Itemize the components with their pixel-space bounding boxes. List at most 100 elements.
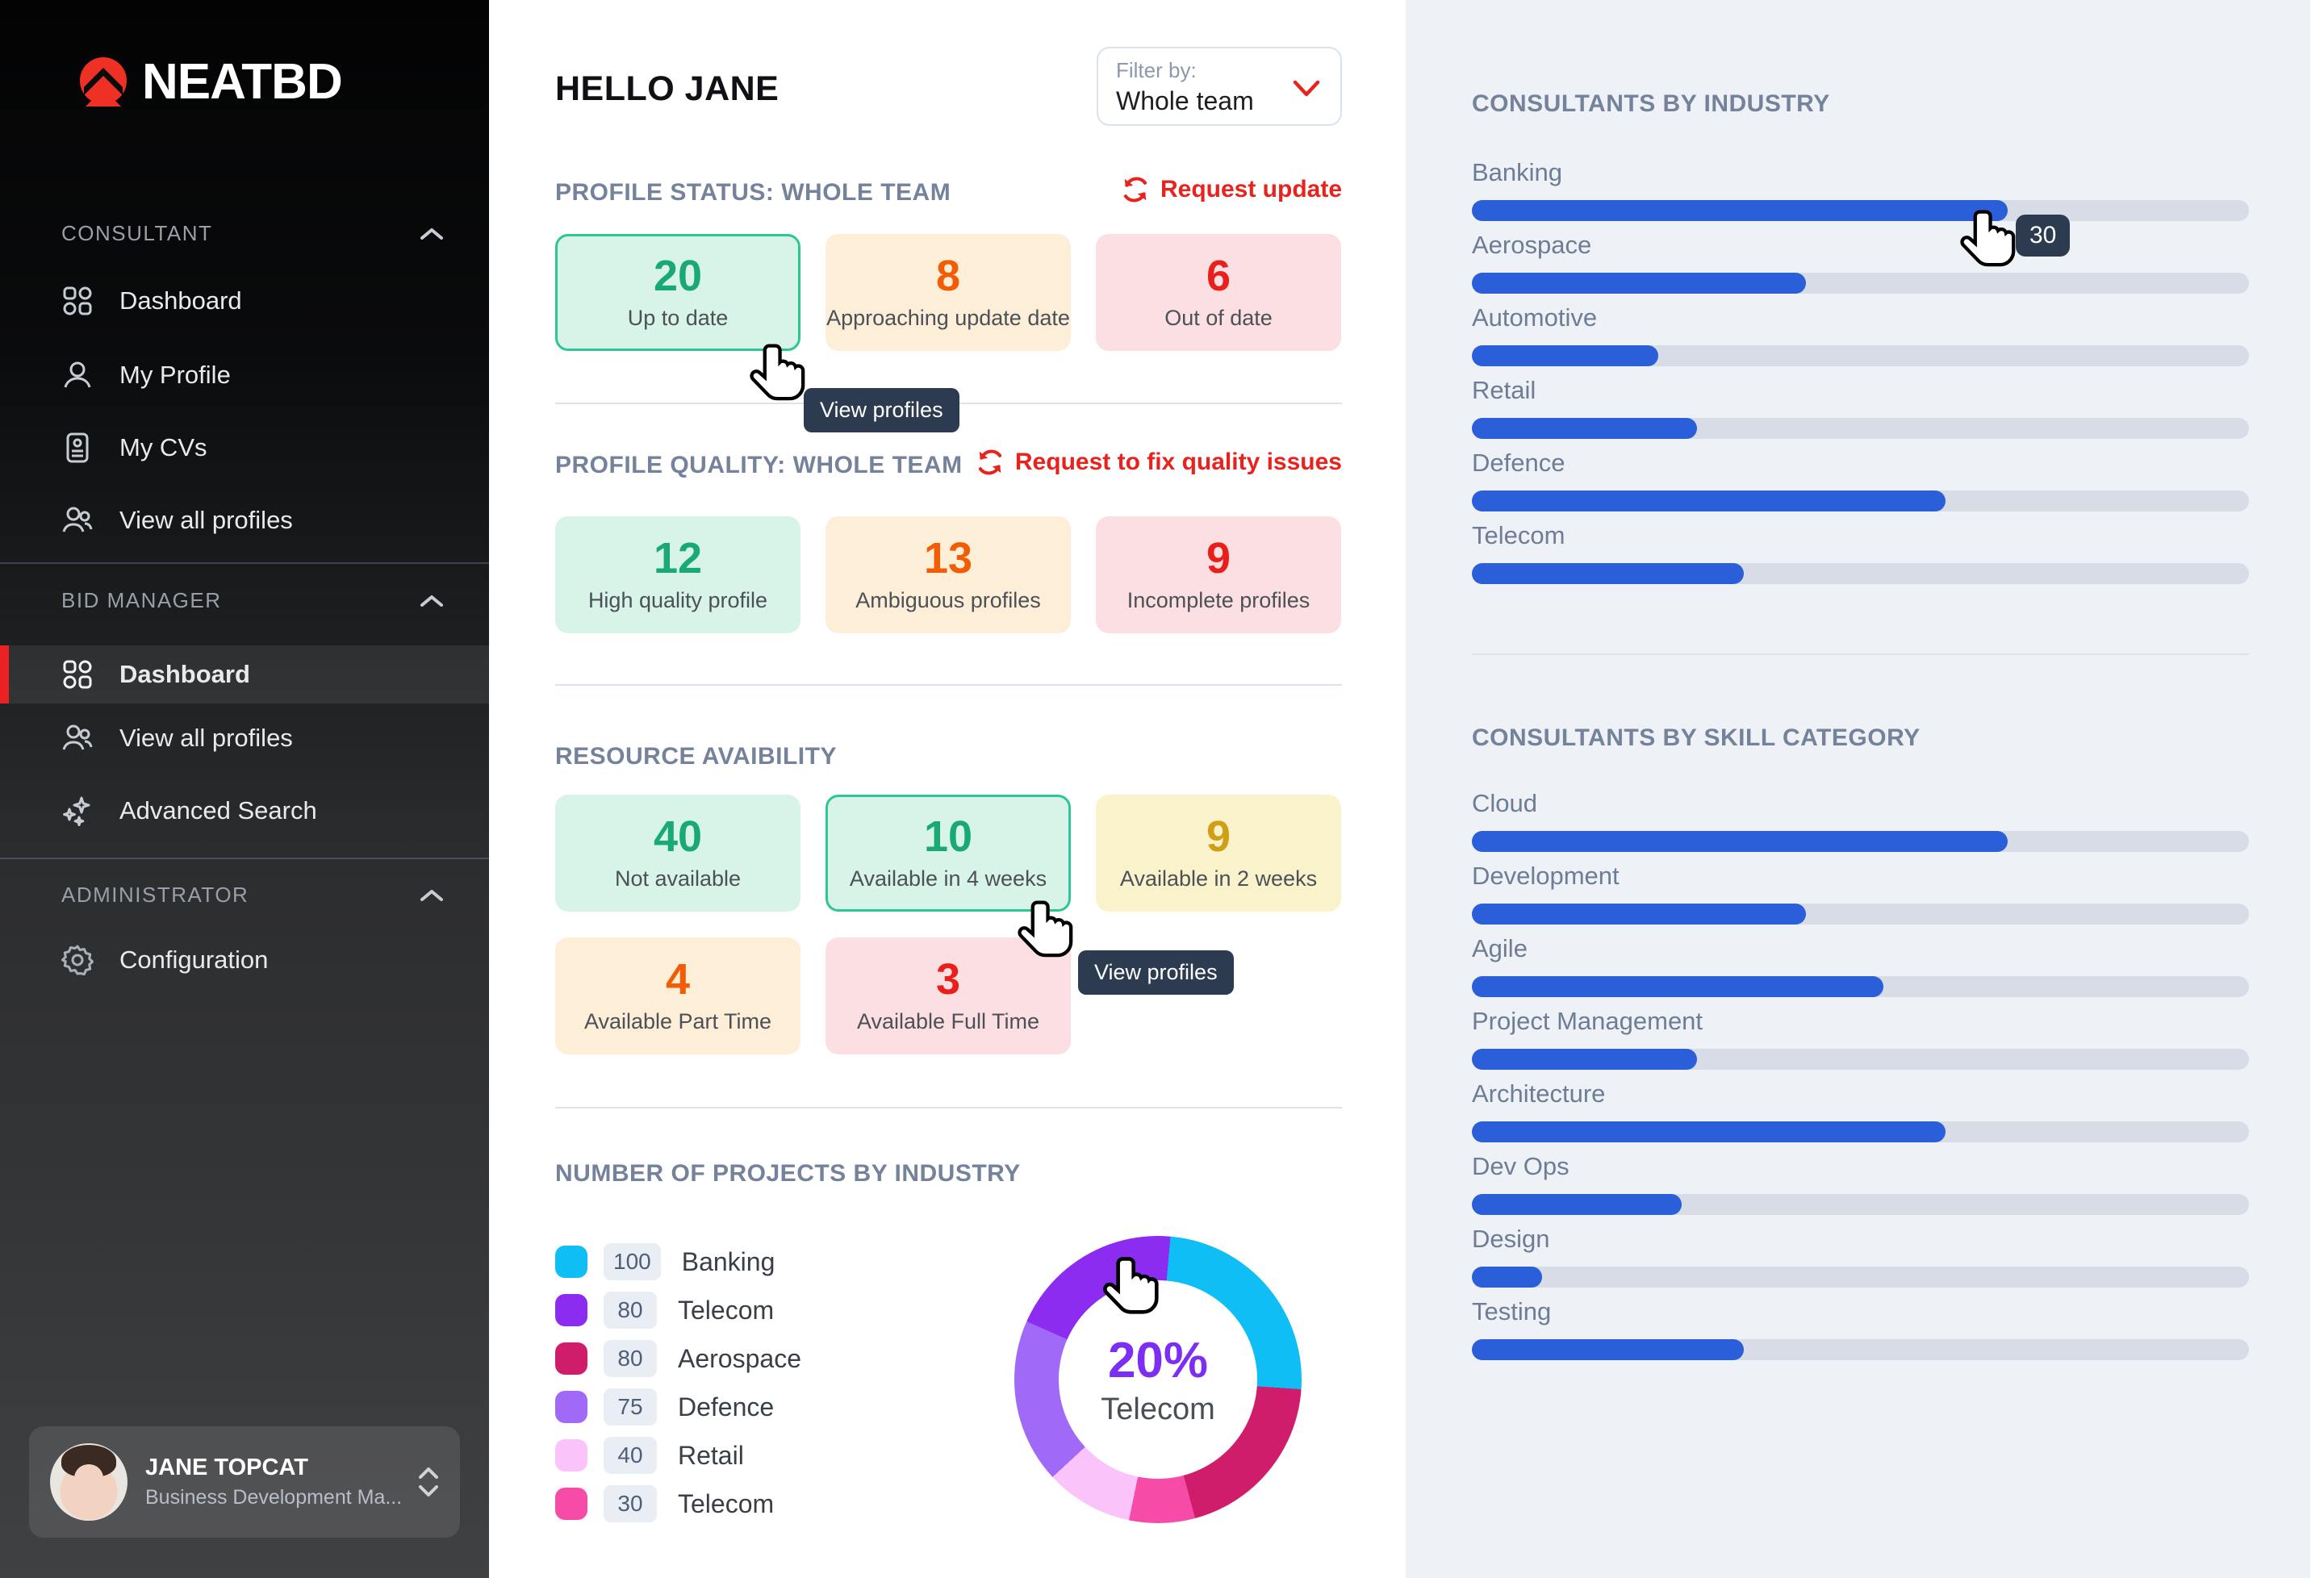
bar-banking[interactable] xyxy=(1472,200,2249,221)
card-up-to-date[interactable]: 20 Up to date xyxy=(555,234,800,351)
chevron-up-icon[interactable] xyxy=(420,227,444,241)
bar-development[interactable] xyxy=(1472,904,2249,925)
legend-item-banking[interactable]: 100 Banking xyxy=(555,1242,801,1281)
card-approaching-update[interactable]: 8 Approaching update date xyxy=(826,234,1071,351)
legend-item-retail[interactable]: 40 Retail xyxy=(555,1436,801,1475)
sidebar-divider xyxy=(0,562,489,564)
resource-availability-title: RESOURCE AVAIBILITY xyxy=(555,743,837,770)
sidebar-item-my-cvs[interactable]: My CVs xyxy=(0,419,489,477)
user-profile-card[interactable]: JANE TOPCAT Business Development Ma... xyxy=(29,1426,460,1538)
legend-item-telecom-80[interactable]: 80 Telecom xyxy=(555,1291,801,1330)
card-label: Available Full Time xyxy=(857,1009,1039,1034)
sidebar-item-label: View all profiles xyxy=(119,506,293,535)
chevron-up-icon[interactable] xyxy=(420,594,444,608)
card-available-2-weeks[interactable]: 9 Available in 2 weeks xyxy=(1096,795,1341,912)
legend-item-defence[interactable]: 75 Defence xyxy=(555,1388,801,1426)
bar-telecom[interactable] xyxy=(1472,563,2249,584)
sidebar-item-my-profile[interactable]: My Profile xyxy=(0,346,489,404)
sidebar-item-label: Configuration xyxy=(119,946,268,975)
sidebar-item-bid-dashboard-active[interactable]: Dashboard xyxy=(0,645,489,703)
chevron-up-icon[interactable] xyxy=(420,888,444,903)
bar-label-aerospace: Aerospace xyxy=(1472,231,1591,260)
card-not-available[interactable]: 40 Not available xyxy=(555,795,800,912)
legend-value: 75 xyxy=(604,1388,657,1426)
bar-retail[interactable] xyxy=(1472,418,2249,439)
sidebar-item-bid-view-all-profiles[interactable]: View all profiles xyxy=(0,709,489,767)
legend-value: 80 xyxy=(604,1292,657,1329)
legend-swatch xyxy=(555,1488,587,1520)
section-header-bid-manager[interactable]: BID MANAGER xyxy=(61,588,444,613)
sparkles-icon xyxy=(61,795,94,827)
cv-document-icon xyxy=(61,432,94,464)
user-icon xyxy=(61,359,94,391)
card-value: 20 xyxy=(654,254,702,298)
bar-label-agile: Agile xyxy=(1472,934,1528,963)
donut-center-label: Telecom xyxy=(1101,1392,1215,1427)
action-label: Request update xyxy=(1160,176,1342,203)
dashboard-grid-icon xyxy=(61,658,94,691)
card-ambiguous[interactable]: 13 Ambiguous profiles xyxy=(826,516,1071,633)
bar-cloud[interactable] xyxy=(1472,831,2249,852)
card-available-part-time[interactable]: 4 Available Part Time xyxy=(555,937,800,1054)
sidebar-item-label: My Profile xyxy=(119,361,231,390)
sidebar-item-view-all-profiles[interactable]: View all profiles xyxy=(0,491,489,549)
bar-architecture[interactable] xyxy=(1472,1121,2249,1142)
request-fix-quality-link[interactable]: Request to fix quality issues xyxy=(975,447,1342,478)
sidebar-item-dashboard[interactable]: Dashboard xyxy=(0,272,489,330)
card-available-4-weeks[interactable]: 10 Available in 4 weeks xyxy=(826,795,1071,912)
legend-item-telecom-30[interactable]: 30 Telecom xyxy=(555,1484,801,1523)
bar-label-architecture: Architecture xyxy=(1472,1079,1605,1108)
legend-label: Retail xyxy=(678,1441,744,1471)
card-label: Available in 2 weeks xyxy=(1120,866,1317,891)
bar-automotive[interactable] xyxy=(1472,345,2249,366)
resource-availability-cards-row2: 4 Available Part Time 3 Available Full T… xyxy=(555,937,1071,1054)
bar-project-management[interactable] xyxy=(1472,1049,2249,1070)
card-high-quality[interactable]: 12 High quality profile xyxy=(555,516,800,633)
legend-swatch xyxy=(555,1391,587,1423)
card-available-full-time[interactable]: 3 Available Full Time xyxy=(826,937,1071,1054)
sidebar-item-advanced-search[interactable]: Advanced Search xyxy=(0,782,489,840)
card-value: 4 xyxy=(666,958,690,1001)
section-header-consultant[interactable]: CONSULTANT xyxy=(61,221,444,246)
card-value: 8 xyxy=(936,254,960,298)
donut-center: 20% Telecom xyxy=(1059,1280,1257,1479)
section-header-administrator[interactable]: ADMINISTRATOR xyxy=(61,883,444,908)
bar-label-development: Development xyxy=(1472,862,1620,891)
refresh-icon xyxy=(1120,174,1151,205)
bar-defence[interactable] xyxy=(1472,491,2249,511)
legend-item-aerospace[interactable]: 80 Aerospace xyxy=(555,1339,801,1378)
sidebar-item-configuration[interactable]: Configuration xyxy=(0,931,489,989)
dashboard-grid-icon xyxy=(61,285,94,317)
legend-swatch xyxy=(555,1342,587,1375)
card-label: Available Part Time xyxy=(584,1009,771,1034)
gear-icon xyxy=(61,944,94,976)
card-value: 12 xyxy=(654,536,702,580)
main-content: HELLO JANE Filter by: Whole team PROFILE… xyxy=(489,0,1406,1578)
bar-agile[interactable] xyxy=(1472,976,2249,997)
bar-design[interactable] xyxy=(1472,1267,2249,1288)
filter-dropdown[interactable]: Filter by: Whole team xyxy=(1097,47,1342,126)
bar-testing[interactable] xyxy=(1472,1339,2249,1360)
consultants-by-industry-title: CONSULTANTS BY INDUSTRY xyxy=(1472,90,1830,118)
bar-dev-ops[interactable] xyxy=(1472,1194,2249,1215)
chevron-down-icon xyxy=(1292,79,1321,98)
request-update-link[interactable]: Request update xyxy=(1120,174,1342,205)
projects-donut-chart[interactable]: 20% Telecom xyxy=(1014,1236,1302,1523)
bar-label-retail: Retail xyxy=(1472,376,1536,405)
card-label: Up to date xyxy=(628,306,729,331)
users-icon xyxy=(61,504,94,536)
refresh-icon xyxy=(975,447,1005,478)
legend-value: 80 xyxy=(604,1340,657,1377)
profile-status-cards: 20 Up to date 8 Approaching update date … xyxy=(555,234,1341,351)
section-divider xyxy=(555,684,1342,686)
scrollbar-track[interactable] xyxy=(2310,0,2324,1578)
card-label: Not available xyxy=(615,866,741,891)
chevron-up-down-icon[interactable] xyxy=(418,1467,439,1497)
dashboard-page: NEATBD CONSULTANT Dashboard My xyxy=(0,0,2324,1578)
card-value: 10 xyxy=(924,815,972,858)
card-out-of-date[interactable]: 6 Out of date xyxy=(1096,234,1341,351)
card-incomplete[interactable]: 9 Incomplete profiles xyxy=(1096,516,1341,633)
view-profiles-tooltip: View profiles xyxy=(804,388,959,432)
bar-aerospace[interactable] xyxy=(1472,273,2249,294)
logo[interactable]: NEATBD xyxy=(77,53,342,111)
